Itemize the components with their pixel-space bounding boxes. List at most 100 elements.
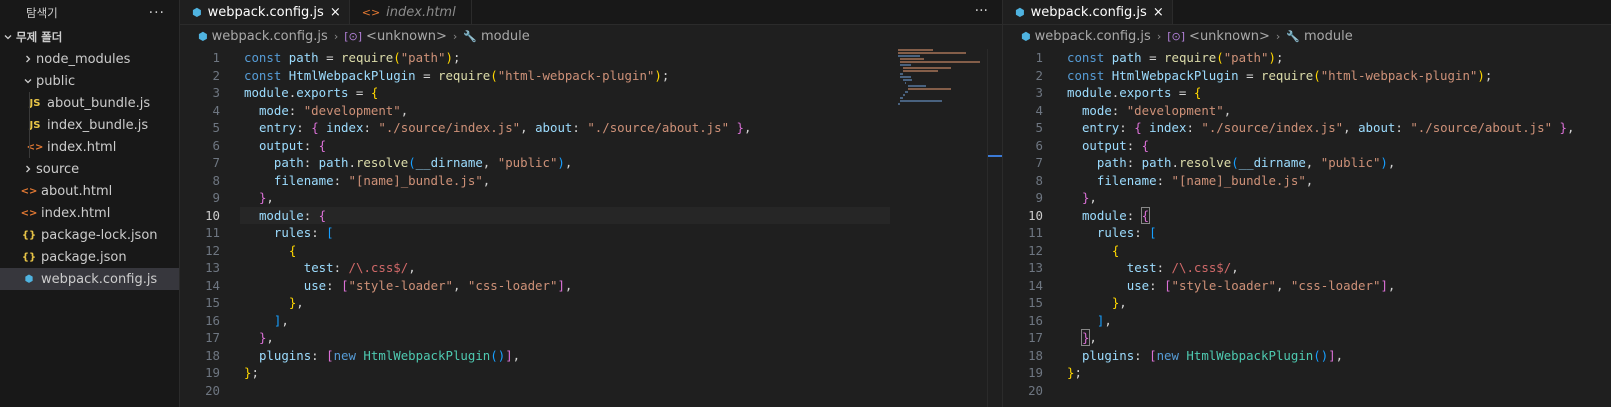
code-line[interactable]: 1 const path = require("path"); (1003, 49, 1611, 67)
breadcrumb-file[interactable]: webpack.config.js (212, 29, 328, 44)
code-line[interactable]: 7 path: path.resolve(__dirname, "public"… (1003, 154, 1611, 172)
code-line[interactable]: 14 use: ["style-loader", "css-loader"], (1003, 277, 1611, 295)
code-line[interactable]: 1 const path = require("path"); (180, 49, 1002, 67)
left-tab-bar: ⬢ webpack.config.js × <> index.html ··· (180, 0, 1002, 25)
code-line[interactable]: 10 module: { (1003, 206, 1611, 225)
code-text: path: path.resolve(__dirname, "public"), (273, 155, 573, 170)
minimap-line (902, 70, 938, 72)
code-line[interactable]: 20 (1003, 382, 1611, 400)
tab-webpack-config[interactable]: ⬢ webpack.config.js × (180, 0, 350, 24)
code-line[interactable]: 16 ], (1003, 312, 1611, 330)
left-editor-group: ⬢ webpack.config.js × <> index.html ··· … (180, 0, 1002, 407)
code-line[interactable]: 15 }, (180, 294, 1002, 312)
tree-item[interactable]: {} package.json (0, 246, 179, 268)
tab-index-html[interactable]: <> index.html (350, 0, 472, 24)
editor-more-button[interactable]: ··· (975, 3, 988, 19)
minimap[interactable] (898, 49, 988, 109)
line-number: 10 (1028, 207, 1043, 223)
tab-webpack-config[interactable]: ⬢ webpack.config.js × (1003, 0, 1173, 24)
line-number: 11 (1028, 225, 1043, 240)
line-number: 1 (1035, 50, 1043, 65)
webpack-icon: ⬢ (1015, 5, 1025, 19)
code-line[interactable]: 11 rules: [ (180, 224, 1002, 242)
code-line[interactable]: 13 test: /\.css$/, (1003, 259, 1611, 277)
line-number: 2 (1035, 67, 1043, 83)
breadcrumb-scope[interactable]: <unknown> (1189, 29, 1270, 44)
code-line[interactable]: 19}; (1003, 364, 1611, 382)
object-icon: [⊙] (344, 29, 363, 43)
tree-item[interactable]: public (0, 70, 179, 92)
root-folder[interactable]: 무제 폴더 (0, 26, 179, 48)
tree-item[interactable]: {} package-lock.json (0, 224, 179, 246)
code-editor[interactable]: 1 const path = require("path"); 2 const Htm… (1003, 49, 1611, 399)
code-line[interactable]: 19}; (180, 364, 1002, 382)
code-line[interactable]: 14 use: ["style-loader", "css-loader"], (180, 277, 1002, 295)
code-line[interactable]: 10 module: { (180, 206, 1002, 224)
tree-item[interactable]: <> index.html (0, 202, 179, 224)
code-line[interactable]: 6 output: { (180, 137, 1002, 155)
line-number: 20 (1028, 382, 1043, 398)
line-number: 14 (205, 277, 220, 293)
breadcrumb-symbol[interactable]: module (1304, 29, 1353, 44)
tree-item[interactable]: node_modules (0, 48, 179, 70)
line-number: 7 (1035, 155, 1043, 170)
code-line[interactable]: 5 entry: { index: "./source/index.js", a… (180, 119, 1002, 137)
code-text: filename: "[name]_bundle.js", (1096, 172, 1314, 188)
code-editor[interactable]: 1 const path = require("path"); 2 const Htm… (180, 49, 1002, 399)
code-line[interactable]: 17 }, (180, 329, 1002, 347)
breadcrumb-symbol[interactable]: module (481, 29, 530, 44)
breadcrumb-file[interactable]: webpack.config.js (1035, 29, 1151, 44)
line-number: 18 (1028, 347, 1043, 363)
code-line[interactable]: 3 module.exports = { (1003, 84, 1611, 102)
explorer-more-button[interactable]: ··· (149, 5, 165, 21)
close-icon[interactable]: × (330, 5, 341, 20)
code-text: entry: { index: "./source/index.js", abo… (1081, 120, 1575, 135)
tree-item[interactable]: ⬢ webpack.config.js (0, 268, 179, 290)
code-line[interactable]: 4 mode: "development", (1003, 102, 1611, 120)
code-line[interactable]: 17 }, (1003, 329, 1611, 347)
code-line[interactable]: 8 filename: "[name]_bundle.js", (1003, 172, 1611, 190)
code-line[interactable]: 20 (180, 382, 1002, 400)
code-line[interactable]: 3 module.exports = { (180, 84, 1002, 102)
code-line[interactable]: 2 const HtmlWebpackPlugin = require("html… (180, 67, 1002, 85)
code-line[interactable]: 4 mode: "development", (180, 102, 1002, 120)
line-number: 12 (1028, 242, 1043, 258)
tree-item-label: source (36, 161, 80, 177)
close-icon[interactable]: × (1153, 5, 1164, 20)
code-line[interactable]: 9 }, (180, 189, 1002, 207)
minimap-line (900, 64, 912, 66)
tree-item[interactable]: source (0, 158, 179, 180)
chevron-right-icon: › (452, 29, 458, 43)
explorer-title: 탐색기 (26, 6, 58, 20)
code-line[interactable]: 18 plugins: [new HtmlWebpackPlugin()], (1003, 347, 1611, 365)
code-line[interactable]: 9 }, (1003, 189, 1611, 207)
line-number: 12 (205, 242, 220, 258)
code-text: mode: "development", (258, 102, 409, 118)
breadcrumb-scope[interactable]: <unknown> (366, 29, 447, 44)
vertical-scrollbar[interactable] (987, 49, 1002, 407)
code-line[interactable]: 13 test: /\.css$/, (180, 259, 1002, 277)
code-text: entry: { index: "./source/index.js", abo… (258, 120, 752, 135)
breadcrumb: ⬢ webpack.config.js › [⊙] <unknown> › 🔧 … (180, 25, 1002, 47)
code-line[interactable]: 6 output: { (1003, 137, 1611, 155)
code-text: test: /\.css$/, (303, 260, 416, 275)
code-line[interactable]: 18 plugins: [new HtmlWebpackPlugin()], (180, 347, 1002, 365)
code-line[interactable]: 12 { (180, 242, 1002, 260)
code-line[interactable]: 15 }, (1003, 294, 1611, 312)
code-line[interactable]: 12 { (1003, 242, 1611, 260)
code-text: const path = require("path"); (244, 50, 461, 65)
wrench-icon: 🔧 (463, 29, 478, 43)
tree-item-label: index_bundle.js (47, 117, 149, 133)
code-line[interactable]: 16 ], (180, 312, 1002, 330)
tree-item-label: node_modules (36, 51, 131, 67)
tree-item[interactable]: JS about_bundle.js (0, 92, 179, 114)
tree-item[interactable]: <> index.html (0, 136, 179, 158)
code-line[interactable]: 5 entry: { index: "./source/index.js", a… (1003, 119, 1611, 137)
tree-item[interactable]: JS index_bundle.js (0, 114, 179, 136)
tree-item[interactable]: <> about.html (0, 180, 179, 202)
object-icon: [⊙] (1167, 29, 1186, 43)
code-line[interactable]: 11 rules: [ (1003, 224, 1611, 242)
code-line[interactable]: 2 const HtmlWebpackPlugin = require("html… (1003, 67, 1611, 85)
code-line[interactable]: 8 filename: "[name]_bundle.js", (180, 172, 1002, 190)
code-line[interactable]: 7 path: path.resolve(__dirname, "public"… (180, 154, 1002, 172)
